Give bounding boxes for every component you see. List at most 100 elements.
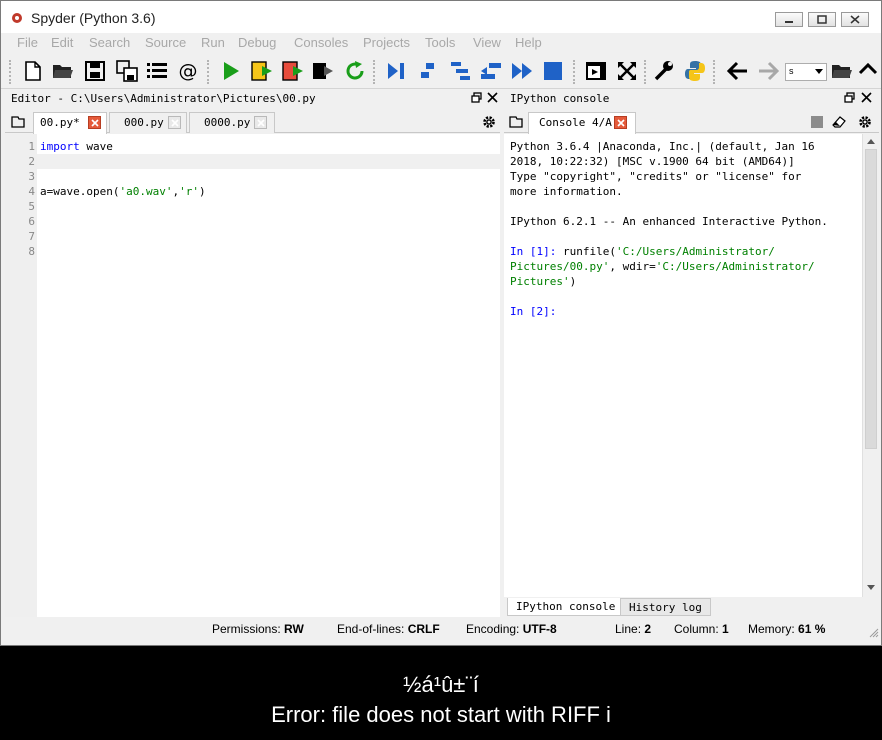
tab-close-button[interactable] (88, 116, 101, 129)
menu-search[interactable]: Search (89, 35, 130, 50)
console-line: IPython 6.2.1 -- An enhanced Interactive… (510, 215, 828, 228)
menu-view[interactable]: View (473, 35, 501, 50)
close-icon (91, 119, 99, 127)
preferences-icon[interactable] (652, 59, 676, 83)
scrollbar-thumb[interactable] (865, 149, 877, 449)
tab-0000-py[interactable]: 0000.py (189, 112, 275, 133)
at-icon[interactable]: @ (176, 59, 200, 83)
toolbar-separator (713, 60, 719, 84)
scroll-down-icon[interactable] (867, 585, 875, 590)
console-pane: Console 4/A Python 3.6.4 |Anaconda, Inc.… (504, 109, 879, 617)
close-icon (617, 119, 625, 127)
scroll-up-icon[interactable] (867, 139, 875, 144)
close-pane-icon[interactable] (487, 92, 498, 103)
console-input-1-cont: Pictures/00.py', wdir='C:/Users/Administ… (510, 260, 815, 273)
spyder-logo-icon (12, 13, 22, 23)
stop-icon[interactable] (541, 59, 565, 83)
back-icon[interactable] (726, 59, 750, 83)
status-line: Line: 2 (615, 622, 651, 636)
string-literal: Pictures/00.py' (510, 260, 610, 273)
console-line: Python 3.6.4 |Anaconda, Inc.| (default, … (510, 140, 815, 153)
undock-icon[interactable] (471, 92, 482, 103)
save-all-icon[interactable] (115, 59, 139, 83)
outline-icon[interactable] (145, 59, 169, 83)
console-input-1: In [1]: runfile('C:/Users/Administrator/ (510, 245, 775, 258)
gear-icon[interactable] (858, 115, 872, 129)
maximize-pane-icon[interactable] (584, 59, 608, 83)
parent-directory-icon[interactable] (856, 59, 880, 83)
save-icon[interactable] (83, 59, 107, 83)
tab-close-button[interactable] (614, 116, 627, 129)
menu-tools[interactable]: Tools (425, 35, 455, 50)
tab-label: Console 4/A (539, 116, 612, 129)
rerun-icon[interactable] (343, 59, 367, 83)
resize-grip-icon[interactable] (869, 628, 879, 638)
gear-icon[interactable] (482, 115, 496, 129)
forward-icon[interactable] (756, 59, 780, 83)
minimize-icon (785, 21, 793, 23)
tab-00-py[interactable]: 00.py* (33, 112, 107, 134)
close-pane-icon[interactable] (861, 92, 872, 103)
fullscreen-icon[interactable] (615, 59, 639, 83)
line-number: 4 (28, 185, 35, 198)
open-folder-icon[interactable] (51, 59, 75, 83)
run-cell-advance-icon[interactable] (281, 59, 305, 83)
run-cell-icon[interactable] (250, 59, 274, 83)
ipython-console-output[interactable]: Python 3.6.4 |Anaconda, Inc.| (default, … (504, 134, 879, 597)
menu-run[interactable]: Run (201, 35, 225, 50)
menu-debug[interactable]: Debug (238, 35, 276, 50)
menu-file[interactable]: File (17, 35, 38, 50)
svg-text:@: @ (179, 60, 198, 82)
tab-000-py[interactable]: 000.py (109, 112, 187, 133)
step-return-icon[interactable] (479, 59, 503, 83)
new-file-icon[interactable] (21, 59, 45, 83)
run-selection-icon[interactable] (311, 59, 335, 83)
menu-bar: File Edit Search Source Run Debug Consol… (1, 33, 881, 53)
step-into-icon[interactable] (448, 59, 472, 83)
status-value: RW (284, 622, 304, 636)
string-literal: 'a0.wav' (119, 185, 173, 198)
editor-tab-bar: 00.py* 000.py 0000.py (5, 109, 500, 134)
toolbar-separator (373, 60, 379, 84)
menu-edit[interactable]: Edit (51, 35, 73, 50)
undock-icon[interactable] (844, 92, 855, 103)
menu-consoles[interactable]: Consoles (294, 35, 348, 50)
debug-icon[interactable] (384, 59, 408, 83)
continue-icon[interactable] (510, 59, 534, 83)
browse-tabs-icon[interactable] (11, 115, 25, 128)
close-window-button[interactable] (841, 12, 869, 27)
tab-label: 0000.py (204, 116, 251, 129)
tab-console-4a[interactable]: Console 4/A (528, 112, 636, 134)
python-path-icon[interactable] (683, 59, 707, 83)
maximize-button[interactable] (808, 12, 836, 27)
editor-pane: 00.py* 000.py 0000.py 1 2 3 4 5 6 7 8 im… (5, 109, 500, 617)
menu-projects[interactable]: Projects (363, 35, 410, 50)
code-editor[interactable]: 1 2 3 4 5 6 7 8 import wave a=wave.open(… (5, 134, 500, 617)
run-icon[interactable] (218, 59, 242, 83)
menu-source[interactable]: Source (145, 35, 186, 50)
tab-close-button[interactable] (254, 116, 267, 129)
line-number: 8 (28, 245, 35, 258)
tab-history-log[interactable]: History log (620, 598, 711, 616)
title-bar: Spyder (Python 3.6) (1, 1, 881, 33)
step-icon[interactable] (417, 59, 441, 83)
console-bottom-tabs: IPython console History log (504, 597, 879, 617)
code-line-4: a=wave.open('a0.wav','r') (40, 185, 206, 198)
tab-ipython-console[interactable]: IPython console (507, 598, 625, 616)
close-icon (171, 119, 179, 127)
chevron-down-icon (815, 69, 823, 74)
browse-folder-icon[interactable] (830, 59, 854, 83)
console-scrollbar[interactable] (862, 134, 879, 597)
tab-close-button[interactable] (168, 116, 181, 129)
status-memory: Memory: 61 % (748, 622, 825, 636)
status-label: Line: (615, 622, 642, 636)
close-icon (257, 119, 265, 127)
status-permissions: Permissions: RW (212, 622, 304, 636)
working-directory-combo[interactable]: s (785, 63, 827, 81)
status-value: 1 (722, 622, 729, 636)
browse-tabs-icon[interactable] (509, 115, 523, 128)
menu-help[interactable]: Help (515, 35, 542, 50)
minimize-button[interactable] (775, 12, 803, 27)
stop-kernel-icon[interactable] (811, 116, 823, 128)
eraser-icon[interactable] (832, 115, 846, 128)
